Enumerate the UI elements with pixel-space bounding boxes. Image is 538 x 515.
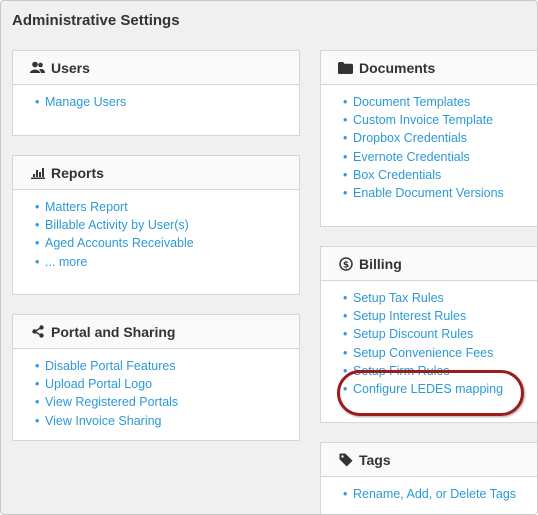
setup-discount-rules-link[interactable]: Setup Discount Rules	[353, 327, 473, 341]
setup-convenience-fees-link[interactable]: Setup Convenience Fees	[353, 346, 493, 360]
billing-panel: $ Billing • Setup Tax Rules • Setup Intere…	[320, 246, 537, 423]
dollar-circle-icon: $	[338, 256, 353, 271]
custom-invoice-template-link[interactable]: Custom Invoice Template	[353, 113, 493, 127]
list-item: • Setup Discount Rules	[343, 327, 474, 342]
list-item: • Disable Portal Features	[35, 359, 176, 373]
setup-interest-rules-link[interactable]: Setup Interest Rules	[353, 309, 466, 323]
list-item: • Setup Convenience Fees	[343, 345, 494, 360]
evernote-credentials-link[interactable]: Evernote Credentials	[353, 150, 470, 164]
list-item: • Matters Report	[35, 200, 128, 214]
documents-panel: Documents • Document Templates • Custom In…	[320, 50, 537, 227]
tags-panel-body: • Rename, Add, or Delete Tags	[321, 477, 537, 503]
list-item: • Enable Document Versions	[343, 186, 504, 201]
list-item: •... more	[35, 254, 88, 269]
aged-accounts-link[interactable]: Aged Accounts Receivable	[45, 236, 194, 250]
users-panel-title: Users	[51, 59, 90, 76]
portal-panel-header: Portal and Sharing	[13, 315, 299, 349]
tags-panel-header: Tags	[321, 443, 537, 477]
list-item: • Setup Interest Rules	[343, 309, 467, 324]
list-item: • Billable Activity by User(s)	[35, 218, 189, 233]
tags-panel: Tags • Rename, Add, or Delete Tags	[320, 442, 537, 514]
list-item: • Dropbox Credentials	[343, 131, 467, 146]
list-item: • Setup Firm Rules	[343, 363, 450, 378]
billing-panel-body: • Setup Tax Rules • Setup Interest Rules •…	[321, 281, 537, 398]
more-reports-link[interactable]: ... more	[45, 255, 87, 269]
list-item: • Custom Invoice Template	[343, 113, 494, 128]
configure-ledes-mapping-link[interactable]: Configure LEDES mapping	[353, 382, 503, 396]
page-title: Administrative Settings	[12, 12, 180, 29]
view-registered-portals-link[interactable]: View Registered Portals	[45, 395, 178, 409]
manage-tags-link[interactable]: Rename, Add, or Delete Tags	[353, 487, 516, 501]
users-icon	[30, 60, 45, 75]
users-panel-body: • Manage Users	[13, 85, 299, 111]
view-invoice-sharing-link[interactable]: View Invoice Sharing	[45, 414, 162, 428]
list-item: • Aged Accounts Receivable	[35, 236, 194, 251]
billable-activity-link[interactable]: Billable Activity by User(s)	[45, 218, 189, 232]
document-templates-link[interactable]: Document Templates	[353, 95, 470, 109]
manage-users-link[interactable]: Manage Users	[45, 95, 126, 109]
disable-portal-features-link[interactable]: Disable Portal Features	[45, 359, 176, 373]
enable-document-versions-link[interactable]: Enable Document Versions	[353, 186, 504, 200]
share-icon	[30, 324, 45, 339]
svg-text:$: $	[342, 260, 348, 270]
matters-report-link[interactable]: Matters Report	[45, 200, 128, 214]
users-panel: Users • Manage Users	[12, 50, 300, 136]
bar-chart-icon	[30, 165, 45, 180]
settings-window: Administrative Settings Users • Manage Us…	[0, 0, 538, 515]
documents-panel-header: Documents	[321, 51, 537, 85]
reports-panel-header: Reports	[13, 156, 299, 190]
setup-tax-rules-link[interactable]: Setup Tax Rules	[353, 291, 444, 305]
list-item: • View Invoice Sharing	[35, 413, 162, 428]
portal-panel: Portal and Sharing • Disable Portal Featu…	[12, 314, 300, 441]
list-item: • Configure LEDES mapping	[343, 382, 504, 397]
list-item: • Evernote Credentials	[343, 149, 470, 164]
documents-panel-title: Documents	[359, 59, 436, 76]
list-item: • Box Credentials	[343, 167, 442, 182]
list-item: • Rename, Add, or Delete Tags	[343, 487, 517, 501]
box-credentials-link[interactable]: Box Credentials	[353, 168, 441, 182]
list-item: • Manage Users	[35, 95, 127, 109]
dropbox-credentials-link[interactable]: Dropbox Credentials	[353, 131, 467, 145]
reports-panel-title: Reports	[51, 164, 104, 181]
documents-panel-body: • Document Templates • Custom Invoice Temp…	[321, 85, 537, 202]
billing-panel-header: $ Billing	[321, 247, 537, 281]
tags-panel-title: Tags	[359, 451, 391, 468]
portal-panel-title: Portal and Sharing	[51, 323, 176, 340]
users-panel-header: Users	[13, 51, 299, 85]
upload-portal-logo-link[interactable]: Upload Portal Logo	[45, 377, 152, 391]
list-item: • Upload Portal Logo	[35, 377, 153, 392]
reports-panel-body: • Matters Report • Billable Activity by Us…	[13, 190, 299, 271]
reports-panel: Reports • Matters Report • Billable Activi…	[12, 155, 300, 295]
portal-panel-body: • Disable Portal Features • Upload Portal …	[13, 349, 299, 430]
setup-firm-rules-link[interactable]: Setup Firm Rules	[353, 364, 450, 378]
list-item: • View Registered Portals	[35, 395, 179, 410]
folder-icon	[338, 60, 353, 75]
list-item: • Setup Tax Rules	[343, 291, 444, 305]
billing-panel-title: Billing	[359, 255, 402, 272]
tag-icon	[338, 452, 353, 467]
list-item: • Document Templates	[343, 95, 471, 109]
